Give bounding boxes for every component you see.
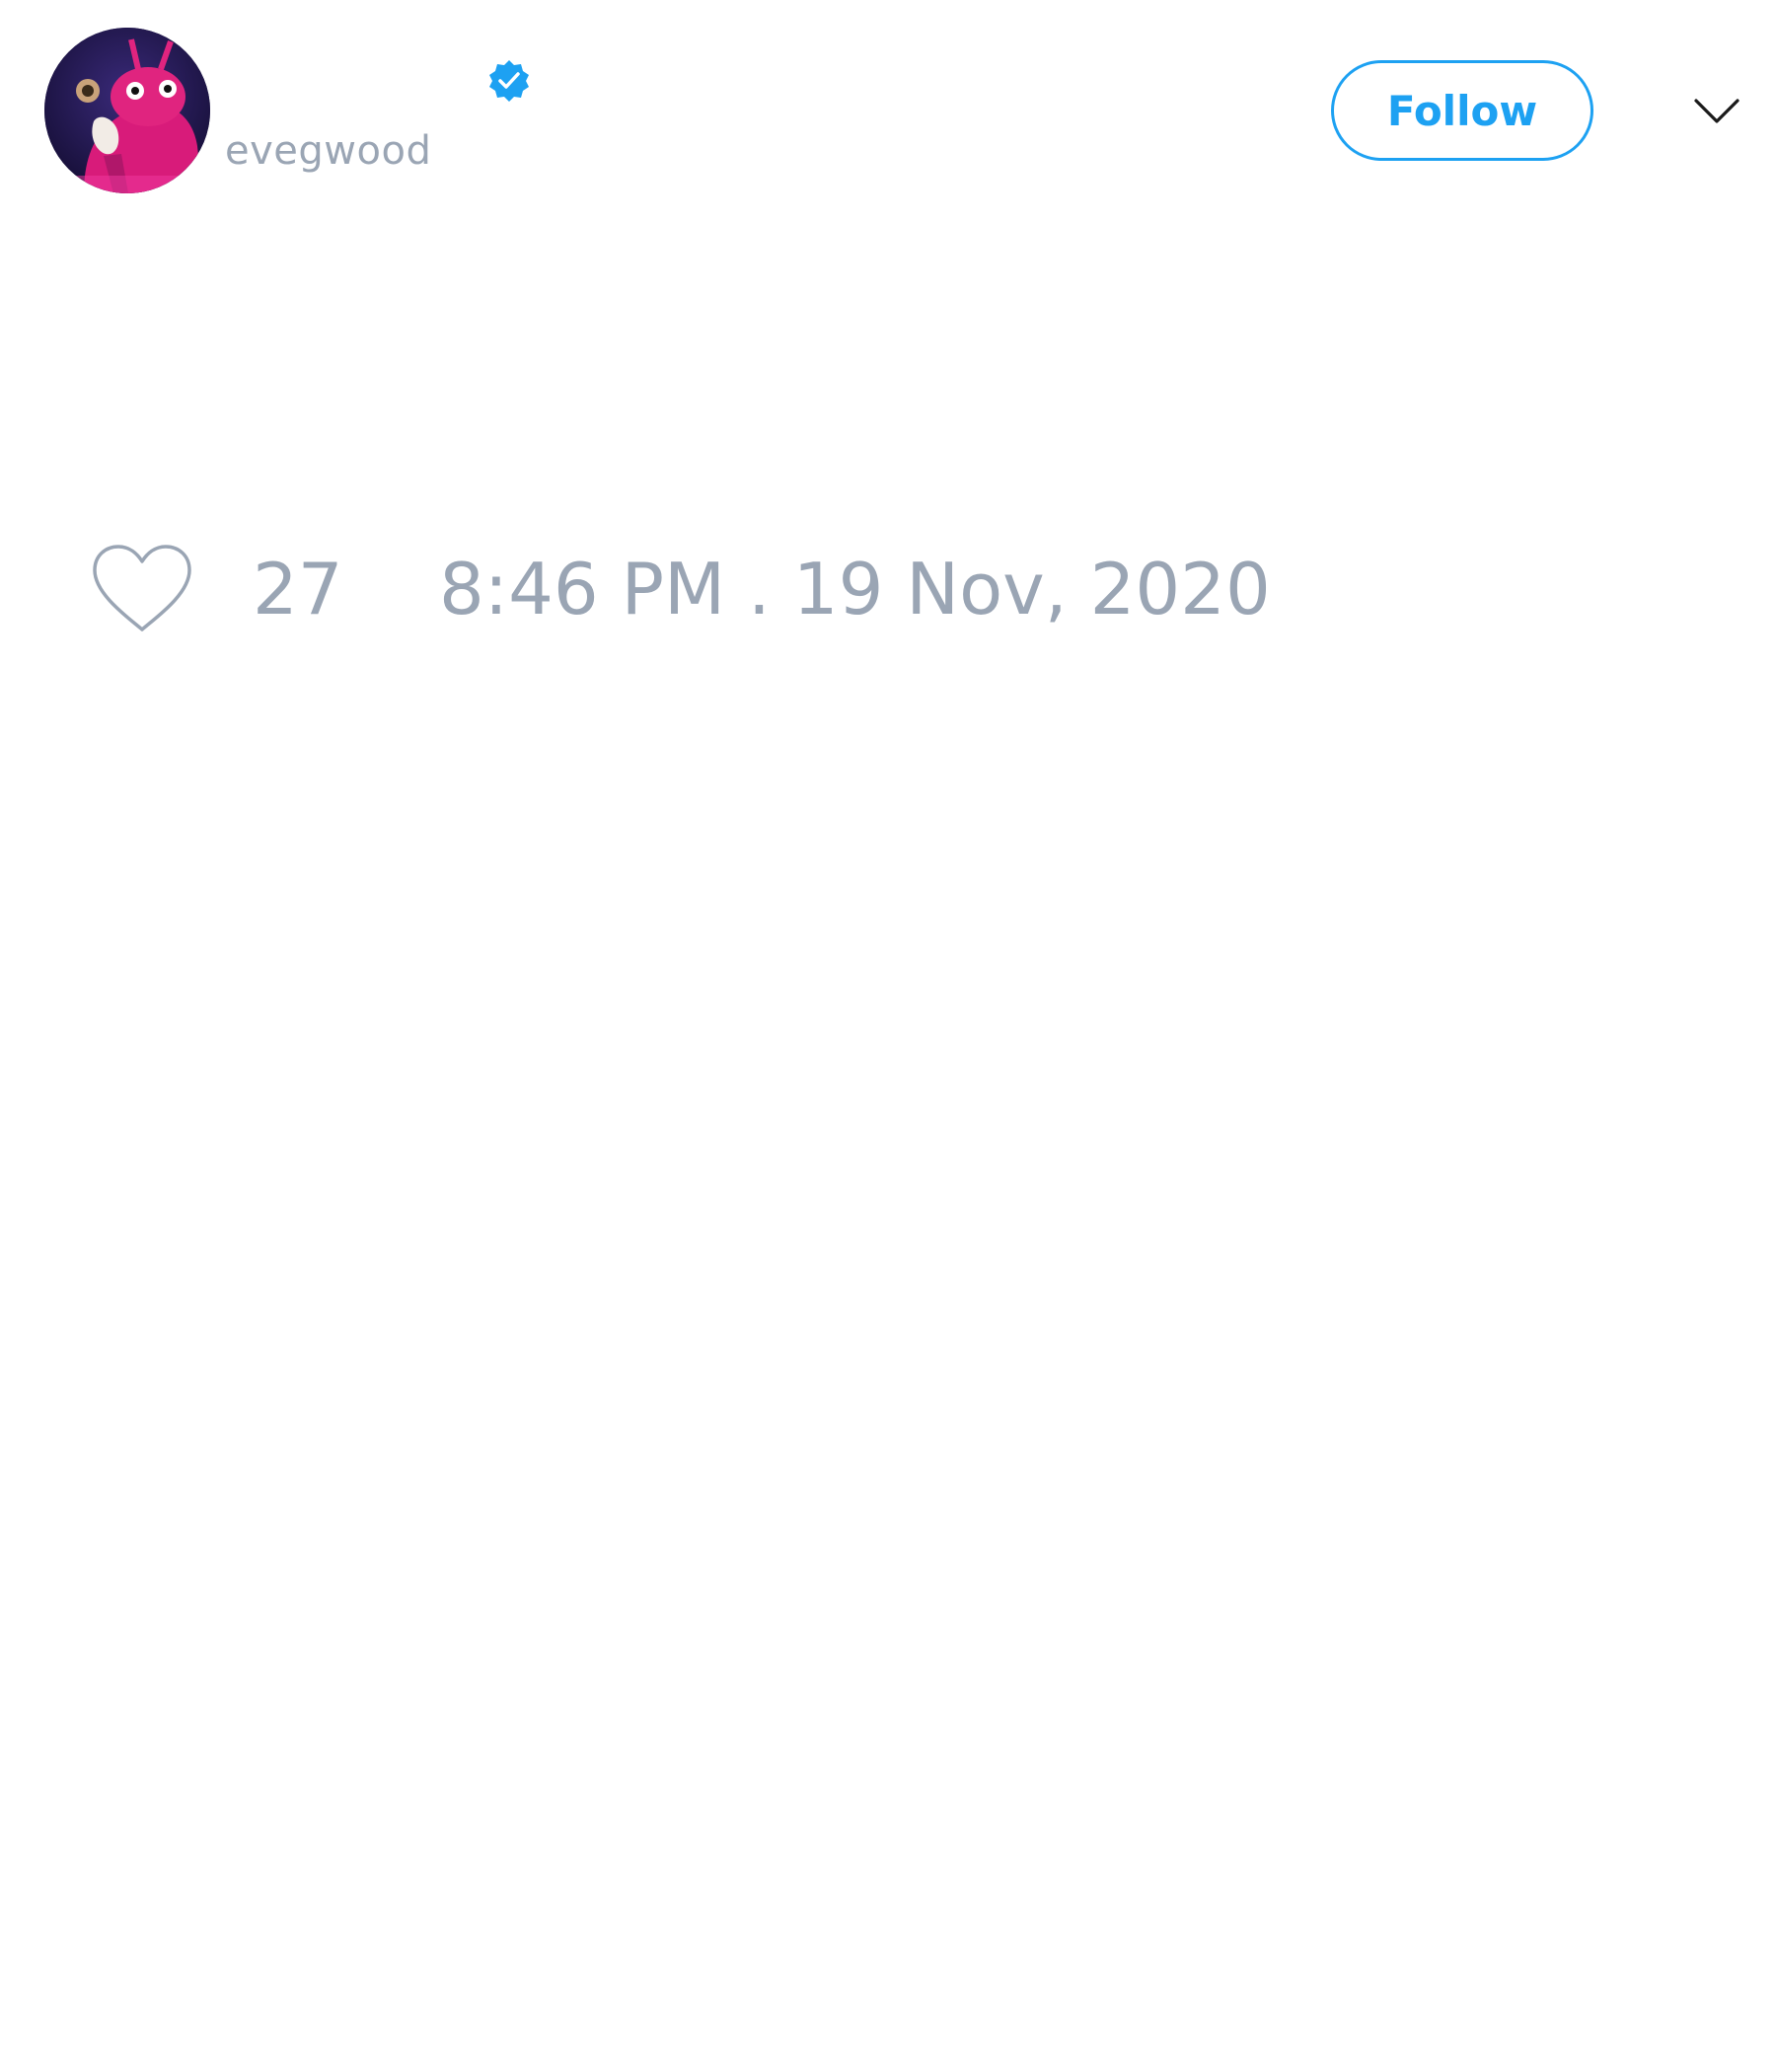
heart-icon[interactable]	[91, 543, 193, 635]
tweet-card: evegwood Follow 27 8:46 PM . 19 Nov, 202…	[0, 0, 1776, 2072]
avatar-image	[44, 28, 210, 193]
verified-badge-icon	[486, 58, 532, 104]
like-count: 27	[253, 548, 343, 630]
avatar[interactable]	[44, 28, 210, 193]
author-handle[interactable]: evegwood	[225, 126, 431, 176]
tweet-timestamp[interactable]: 8:46 PM . 19 Nov, 2020	[439, 546, 1271, 632]
chevron-down-icon[interactable]	[1693, 91, 1740, 130]
follow-button[interactable]: Follow	[1331, 60, 1593, 161]
